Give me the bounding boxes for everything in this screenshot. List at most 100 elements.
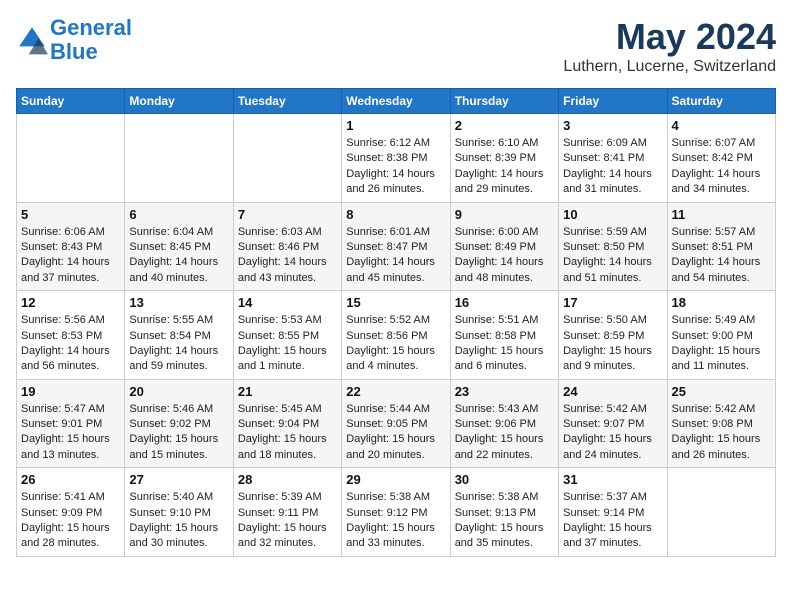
calendar-day-cell (17, 114, 125, 203)
day-number: 16 (455, 295, 554, 310)
calendar-table: SundayMondayTuesdayWednesdayThursdayFrid… (16, 88, 776, 557)
day-number: 10 (563, 207, 662, 222)
calendar-day-cell (233, 114, 341, 203)
calendar-week-row: 5Sunrise: 6:06 AMSunset: 8:43 PMDaylight… (17, 202, 776, 291)
title-block: May 2024 Luthern, Lucerne, Switzerland (563, 16, 776, 76)
day-info: Sunrise: 6:07 AMSunset: 8:42 PMDaylight:… (672, 136, 771, 198)
calendar-day-cell: 6 Sunrise: 6:04 AMSunset: 8:45 PMDaylight… (125, 202, 233, 291)
logo-icon (16, 24, 48, 56)
calendar-day-cell: 9 Sunrise: 6:00 AMSunset: 8:49 PMDaylight… (450, 202, 558, 291)
day-info: Sunrise: 6:10 AMSunset: 8:39 PMDaylight:… (455, 136, 554, 198)
day-info: Sunrise: 5:46 AMSunset: 9:02 PMDaylight:… (129, 402, 228, 464)
day-number: 26 (21, 472, 120, 487)
calendar-day-cell: 3 Sunrise: 6:09 AMSunset: 8:41 PMDaylight… (559, 114, 667, 203)
calendar-day-cell: 10 Sunrise: 5:59 AMSunset: 8:50 PMDayligh… (559, 202, 667, 291)
calendar-day-cell: 29 Sunrise: 5:38 AMSunset: 9:12 PMDayligh… (342, 468, 450, 557)
calendar-day-cell: 12 Sunrise: 5:56 AMSunset: 8:53 PMDayligh… (17, 291, 125, 380)
day-info: Sunrise: 5:51 AMSunset: 8:58 PMDaylight:… (455, 313, 554, 375)
logo: General Blue (16, 16, 132, 64)
calendar-day-cell: 21 Sunrise: 5:45 AMSunset: 9:04 PMDayligh… (233, 379, 341, 468)
calendar-week-row: 19Sunrise: 5:47 AMSunset: 9:01 PMDayligh… (17, 379, 776, 468)
day-info: Sunrise: 6:06 AMSunset: 8:43 PMDaylight:… (21, 225, 120, 287)
calendar-day-cell: 26 Sunrise: 5:41 AMSunset: 9:09 PMDayligh… (17, 468, 125, 557)
day-info: Sunrise: 5:56 AMSunset: 8:53 PMDaylight:… (21, 313, 120, 375)
day-info: Sunrise: 6:12 AMSunset: 8:38 PMDaylight:… (346, 136, 445, 198)
day-number: 20 (129, 384, 228, 399)
day-number: 2 (455, 118, 554, 133)
calendar-day-cell: 5Sunrise: 6:06 AMSunset: 8:43 PMDaylight… (17, 202, 125, 291)
calendar-day-cell: 28 Sunrise: 5:39 AMSunset: 9:11 PMDayligh… (233, 468, 341, 557)
day-info: Sunrise: 5:41 AMSunset: 9:09 PMDaylight:… (21, 490, 120, 552)
day-number: 30 (455, 472, 554, 487)
day-number: 17 (563, 295, 662, 310)
day-info: Sunrise: 5:45 AMSunset: 9:04 PMDaylight:… (238, 402, 337, 464)
day-number: 1 (346, 118, 445, 133)
day-number: 31 (563, 472, 662, 487)
day-info: Sunrise: 5:40 AMSunset: 9:10 PMDaylight:… (129, 490, 228, 552)
day-info: Sunrise: 5:57 AMSunset: 8:51 PMDaylight:… (672, 225, 771, 287)
day-info: Sunrise: 5:42 AMSunset: 9:07 PMDaylight:… (563, 402, 662, 464)
day-number: 6 (129, 207, 228, 222)
calendar-week-row: 12 Sunrise: 5:56 AMSunset: 8:53 PMDayligh… (17, 291, 776, 380)
day-info: Sunrise: 5:52 AMSunset: 8:56 PMDaylight:… (346, 313, 445, 375)
day-number: 22 (346, 384, 445, 399)
day-number: 13 (129, 295, 228, 310)
day-number: 4 (672, 118, 771, 133)
day-number: 8 (346, 207, 445, 222)
day-number: 28 (238, 472, 337, 487)
calendar-day-cell: 18Sunrise: 5:49 AMSunset: 9:00 PMDayligh… (667, 291, 775, 380)
day-info: Sunrise: 5:38 AMSunset: 9:12 PMDaylight:… (346, 490, 445, 552)
calendar-day-cell: 17 Sunrise: 5:50 AMSunset: 8:59 PMDayligh… (559, 291, 667, 380)
day-number: 14 (238, 295, 337, 310)
calendar-day-cell: 1 Sunrise: 6:12 AMSunset: 8:38 PMDaylight… (342, 114, 450, 203)
day-number: 23 (455, 384, 554, 399)
calendar-week-row: 1 Sunrise: 6:12 AMSunset: 8:38 PMDaylight… (17, 114, 776, 203)
calendar-day-cell: 24Sunrise: 5:42 AMSunset: 9:07 PMDayligh… (559, 379, 667, 468)
day-number: 3 (563, 118, 662, 133)
calendar-day-cell: 30 Sunrise: 5:38 AMSunset: 9:13 PMDayligh… (450, 468, 558, 557)
calendar-header-row: SundayMondayTuesdayWednesdayThursdayFrid… (17, 89, 776, 114)
calendar-day-cell: 23Sunrise: 5:43 AMSunset: 9:06 PMDayligh… (450, 379, 558, 468)
day-info: Sunrise: 5:37 AMSunset: 9:14 PMDaylight:… (563, 490, 662, 552)
weekday-header-cell: Saturday (667, 89, 775, 114)
month-title: May 2024 (563, 16, 776, 58)
day-number: 7 (238, 207, 337, 222)
calendar-day-cell: 11Sunrise: 5:57 AMSunset: 8:51 PMDayligh… (667, 202, 775, 291)
calendar-day-cell: 2 Sunrise: 6:10 AMSunset: 8:39 PMDaylight… (450, 114, 558, 203)
day-info: Sunrise: 5:44 AMSunset: 9:05 PMDaylight:… (346, 402, 445, 464)
calendar-day-cell: 19Sunrise: 5:47 AMSunset: 9:01 PMDayligh… (17, 379, 125, 468)
day-info: Sunrise: 5:50 AMSunset: 8:59 PMDaylight:… (563, 313, 662, 375)
day-number: 21 (238, 384, 337, 399)
calendar-day-cell: 7 Sunrise: 6:03 AMSunset: 8:46 PMDaylight… (233, 202, 341, 291)
calendar-day-cell: 13 Sunrise: 5:55 AMSunset: 8:54 PMDayligh… (125, 291, 233, 380)
calendar-day-cell: 15Sunrise: 5:52 AMSunset: 8:56 PMDayligh… (342, 291, 450, 380)
day-info: Sunrise: 5:38 AMSunset: 9:13 PMDaylight:… (455, 490, 554, 552)
day-info: Sunrise: 5:55 AMSunset: 8:54 PMDaylight:… (129, 313, 228, 375)
day-info: Sunrise: 5:39 AMSunset: 9:11 PMDaylight:… (238, 490, 337, 552)
day-info: Sunrise: 6:04 AMSunset: 8:45 PMDaylight:… (129, 225, 228, 287)
calendar-day-cell: 4 Sunrise: 6:07 AMSunset: 8:42 PMDaylight… (667, 114, 775, 203)
weekday-header-cell: Thursday (450, 89, 558, 114)
calendar-day-cell: 20 Sunrise: 5:46 AMSunset: 9:02 PMDayligh… (125, 379, 233, 468)
calendar-day-cell: 14 Sunrise: 5:53 AMSunset: 8:55 PMDayligh… (233, 291, 341, 380)
day-number: 12 (21, 295, 120, 310)
location-title: Luthern, Lucerne, Switzerland (563, 58, 776, 76)
calendar-day-cell: 22 Sunrise: 5:44 AMSunset: 9:05 PMDayligh… (342, 379, 450, 468)
calendar-day-cell (667, 468, 775, 557)
logo-line2: Blue (50, 39, 98, 64)
day-info: Sunrise: 5:59 AMSunset: 8:50 PMDaylight:… (563, 225, 662, 287)
calendar-body: 1 Sunrise: 6:12 AMSunset: 8:38 PMDaylight… (17, 114, 776, 557)
day-info: Sunrise: 6:01 AMSunset: 8:47 PMDaylight:… (346, 225, 445, 287)
weekday-header-cell: Wednesday (342, 89, 450, 114)
page-header: General Blue May 2024 Luthern, Lucerne, … (16, 16, 776, 76)
calendar-day-cell (125, 114, 233, 203)
day-info: Sunrise: 6:03 AMSunset: 8:46 PMDaylight:… (238, 225, 337, 287)
day-info: Sunrise: 5:47 AMSunset: 9:01 PMDaylight:… (21, 402, 120, 464)
day-number: 9 (455, 207, 554, 222)
day-number: 29 (346, 472, 445, 487)
day-number: 27 (129, 472, 228, 487)
day-info: Sunrise: 5:53 AMSunset: 8:55 PMDaylight:… (238, 313, 337, 375)
day-info: Sunrise: 6:00 AMSunset: 8:49 PMDaylight:… (455, 225, 554, 287)
calendar-day-cell: 27 Sunrise: 5:40 AMSunset: 9:10 PMDayligh… (125, 468, 233, 557)
day-info: Sunrise: 6:09 AMSunset: 8:41 PMDaylight:… (563, 136, 662, 198)
